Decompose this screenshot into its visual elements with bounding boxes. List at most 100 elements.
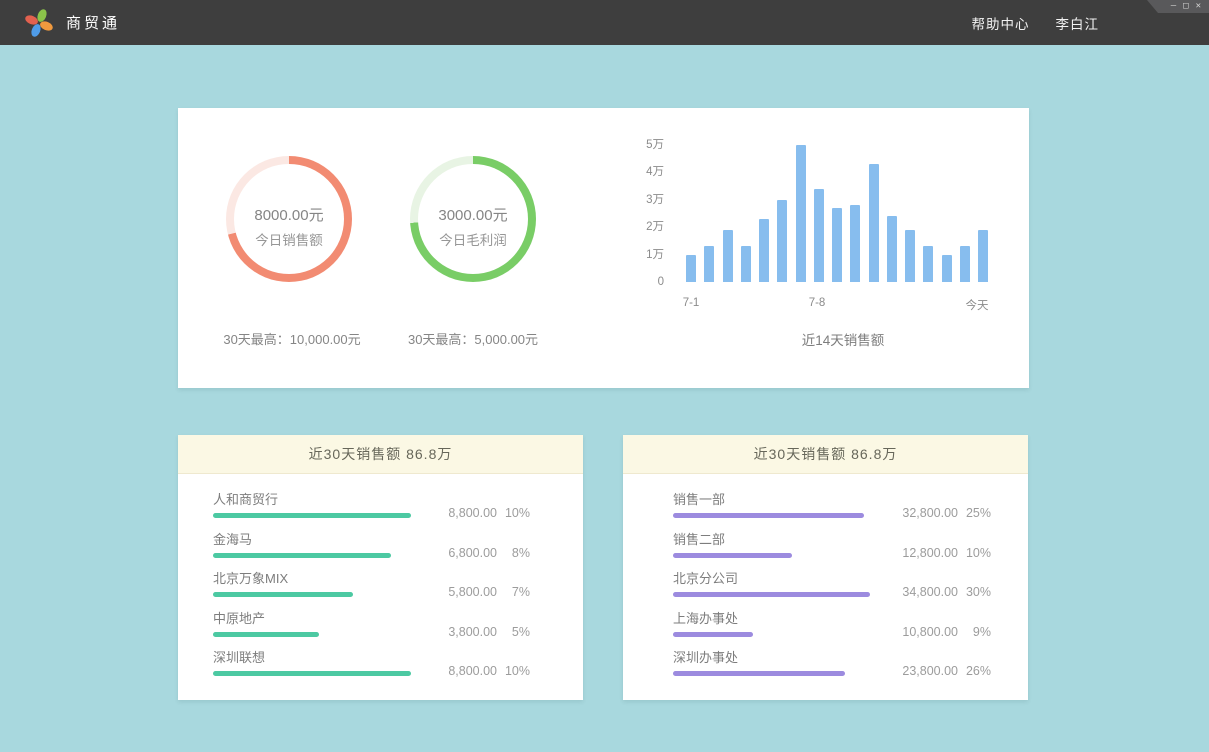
x-tick: 7-1 [683,297,700,309]
today-sales-label: 今日销售额 [226,234,352,248]
customer-row: 深圳联想 8,800.00 10% [178,649,583,689]
y-tick: 5万 [628,138,664,152]
row-values: 23,800.00 26% [878,663,991,679]
sales-30d-max-caption: 30天最高：10,000.00元 [223,329,360,348]
department-name: 销售二部 [673,533,725,547]
daily-sales-bar [704,246,714,282]
daily-sales-bar [686,255,696,282]
row-values: 8,800.00 10% [425,505,530,521]
customer-name: 人和商贸行 [213,493,278,507]
title-bar: 商贸通 帮助中心 李白江 — □ ✕ [0,0,1209,45]
department-row: 北京分公司 34,800.00 30% [623,570,1028,610]
daily-sales-bar [741,246,751,282]
department-row: 销售二部 12,800.00 10% [623,531,1028,571]
customer-row: 北京万象MIX 5,800.00 7% [178,570,583,610]
customer-name: 中原地产 [213,612,265,626]
sales-percent: 9% [958,625,991,639]
profit-30d-max-caption: 30天最高：5,000.00元 [408,329,538,348]
daily-sales-bar [796,145,806,282]
y-tick: 1万 [628,248,664,262]
departments-sales-card: 近30天销售额 86.8万 销售一部 32,800.00 25% 销售二部 12… [623,435,1028,700]
app-logo-icon [24,7,54,39]
daily-sales-bar [723,230,733,282]
help-center-link[interactable]: 帮助中心 [972,13,1030,33]
customer-row: 金海马 6,800.00 8% [178,531,583,571]
customer-row: 中原地产 3,800.00 5% [178,610,583,650]
sales-percent: 26% [958,664,991,678]
daily-sales-bar [869,164,879,282]
daily-sales-bar [978,230,988,282]
row-values: 32,800.00 25% [878,505,991,521]
sales-bar [213,553,391,558]
user-menu[interactable]: 李白江 [1056,13,1100,33]
today-profit-value: 3000.00元 [410,208,536,224]
sales-amount: 10,800.00 [878,625,958,639]
sales-percent: 10% [497,664,530,678]
daily-sales-bar [814,189,824,282]
sales-percent: 8% [497,546,530,560]
x-tick: 今天 [966,297,989,313]
department-row: 深圳办事处 23,800.00 26% [623,649,1028,689]
app-window: 商贸通 帮助中心 李白江 — □ ✕ 8000.00元 今日销售额 3000.0… [0,0,1209,752]
close-button[interactable]: ✕ [1196,2,1201,11]
app-title: 商贸通 [66,12,120,33]
card-title: 近30天销售额 86.8万 [178,435,583,474]
sales-amount: 5,800.00 [425,585,497,599]
sales-amount: 3,800.00 [425,625,497,639]
row-values: 34,800.00 30% [878,584,991,600]
row-values: 8,800.00 10% [425,663,530,679]
sales-amount: 32,800.00 [878,506,958,520]
row-values: 6,800.00 8% [425,545,530,561]
sales-percent: 5% [497,625,530,639]
row-values: 10,800.00 9% [878,624,991,640]
maximize-button[interactable]: □ [1183,2,1188,11]
daily-sales-bar [777,200,787,282]
sales-bar [673,553,792,558]
sales-bar [213,513,411,518]
today-profit-donut: 3000.00元 今日毛利润 [410,156,536,282]
department-name: 销售一部 [673,493,725,507]
customer-name: 金海马 [213,533,252,547]
row-values: 5,800.00 7% [425,584,530,600]
sales-percent: 7% [497,585,530,599]
sales-14d-bar-chart [686,145,988,282]
sales-percent: 10% [497,506,530,520]
customer-rows: 人和商贸行 8,800.00 10% 金海马 6,800.00 8% 北京万象M… [178,474,583,689]
top-nav: 帮助中心 李白江 [972,0,1100,45]
row-values: 3,800.00 5% [425,624,530,640]
sales-bar [673,592,870,597]
department-name: 北京分公司 [673,572,738,586]
sales-amount: 23,800.00 [878,664,958,678]
window-controls: — □ ✕ [1147,0,1209,13]
bar-chart-title: 近14天销售额 [802,329,885,349]
daily-sales-bar [960,246,970,282]
y-tick: 4万 [628,165,664,179]
department-name: 上海办事处 [673,612,738,626]
daily-sales-bar [832,208,842,282]
customer-name: 深圳联想 [213,651,265,665]
minimize-button[interactable]: — [1171,2,1176,11]
today-summary-card: 8000.00元 今日销售额 3000.00元 今日毛利润 30天最高：10,0… [178,108,1029,388]
customers-sales-card: 近30天销售额 86.8万 人和商贸行 8,800.00 10% 金海马 6,8… [178,435,583,700]
department-name: 深圳办事处 [673,651,738,665]
card-title: 近30天销售额 86.8万 [623,435,1028,474]
sales-amount: 12,800.00 [878,546,958,560]
x-tick: 7-8 [809,297,826,309]
sales-bar [213,632,319,637]
today-sales-value: 8000.00元 [226,208,352,224]
today-profit-label: 今日毛利润 [410,234,536,248]
row-values: 12,800.00 10% [878,545,991,561]
sales-percent: 10% [958,546,991,560]
daily-sales-bar [759,219,769,282]
sales-amount: 8,800.00 [425,506,497,520]
sales-percent: 30% [958,585,991,599]
sales-percent: 25% [958,506,991,520]
daily-sales-bar [850,205,860,282]
daily-sales-bar [887,216,897,282]
today-sales-donut: 8000.00元 今日销售额 [226,156,352,282]
y-tick: 3万 [628,193,664,207]
daily-sales-bar [905,230,915,282]
sales-bar [213,671,411,676]
sales-bar [673,632,753,637]
sales-bar [673,513,864,518]
